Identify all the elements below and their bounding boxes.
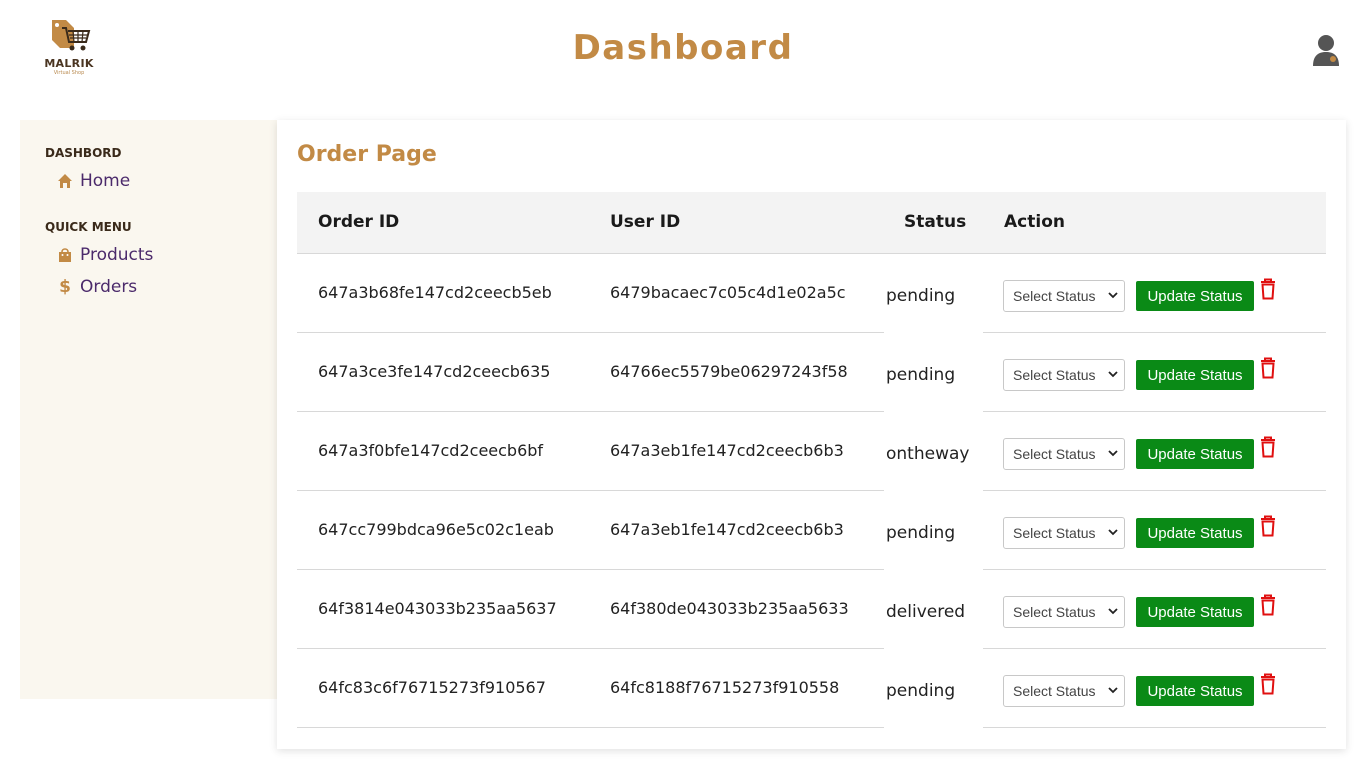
- status-select[interactable]: Select Status: [1003, 596, 1125, 628]
- order-id-cell: 64fc83c6f76715273f910567: [318, 678, 546, 697]
- home-icon: [56, 172, 74, 190]
- order-id-cell: 64f3814e043033b235aa5637: [318, 599, 557, 618]
- status-select[interactable]: Select Status: [1003, 675, 1125, 707]
- column-header-status: Status: [904, 212, 967, 232]
- status-cell: ontheway: [886, 444, 970, 464]
- status-select[interactable]: Select Status: [1003, 359, 1125, 391]
- status-cell: delivered: [886, 602, 966, 622]
- user-id-cell: 64fc8188f76715273f910558: [610, 678, 840, 697]
- delete-icon[interactable]: [1259, 436, 1277, 458]
- logo-tagline: Virtual Shop: [53, 70, 85, 76]
- delete-icon[interactable]: [1259, 357, 1277, 379]
- status-select[interactable]: Select Status: [1003, 517, 1125, 549]
- delete-icon[interactable]: [1259, 594, 1277, 616]
- table-row: 647a3f0bfe147cd2ceecb6bf 647a3eb1fe147cd2…: [297, 412, 1326, 491]
- table-header: Order ID User ID Status Action: [297, 192, 1326, 254]
- update-status-button[interactable]: Update Status: [1136, 676, 1254, 706]
- sidebar-section-dashbord: DASHBORD: [45, 146, 122, 160]
- table-row: 647a3ce3fe147cd2ceecb635 64766ec5579be062…: [297, 333, 1326, 412]
- status-cell: pending: [886, 681, 956, 701]
- update-status-button[interactable]: Update Status: [1136, 360, 1254, 390]
- update-status-button[interactable]: Update Status: [1136, 518, 1254, 548]
- sidebar: DASHBORD Home QUICK MENU Products $ Orde…: [20, 120, 277, 699]
- status-select-value: Select Status: [1013, 525, 1096, 541]
- status-cell: pending: [886, 523, 956, 543]
- chevron-down-icon: [1108, 529, 1118, 536]
- sidebar-item-products[interactable]: Products: [56, 243, 153, 267]
- chevron-down-icon: [1108, 450, 1118, 457]
- status-select-value: Select Status: [1013, 367, 1096, 383]
- chevron-down-icon: [1108, 687, 1118, 694]
- page-title: Dashboard: [572, 28, 794, 68]
- order-id-cell: 647cc799bdca96e5c02c1eab: [318, 520, 554, 539]
- chevron-down-icon: [1108, 292, 1118, 299]
- user-id-cell: 64766ec5579be06297243f58: [610, 362, 848, 381]
- status-cell: pending: [886, 286, 956, 306]
- delete-icon[interactable]: [1259, 515, 1277, 537]
- user-id-cell: 64f380de043033b235aa5633: [610, 599, 849, 618]
- delete-icon[interactable]: [1259, 673, 1277, 695]
- table-row: 64f3814e043033b235aa5637 64f380de043033b2…: [297, 570, 1326, 649]
- sidebar-section-quick-menu: QUICK MENU: [45, 220, 132, 234]
- status-select-value: Select Status: [1013, 604, 1096, 620]
- chevron-down-icon: [1108, 608, 1118, 615]
- column-header-action: Action: [1004, 212, 1065, 232]
- status-select-value: Select Status: [1013, 288, 1096, 304]
- order-id-cell: 647a3ce3fe147cd2ceecb635: [318, 362, 551, 381]
- update-status-button[interactable]: Update Status: [1136, 597, 1254, 627]
- shopping-bag-icon: [56, 246, 74, 264]
- sidebar-item-orders[interactable]: $ Orders: [56, 275, 137, 299]
- orders-panel: Order Page Order ID User ID Status Actio…: [277, 120, 1346, 749]
- sidebar-item-label: Orders: [80, 277, 138, 297]
- row-divider: [297, 727, 884, 728]
- column-header-user-id: User ID: [610, 212, 681, 232]
- status-select[interactable]: Select Status: [1003, 280, 1125, 312]
- table-row: 647cc799bdca96e5c02c1eab 647a3eb1fe147cd2…: [297, 491, 1326, 570]
- sidebar-item-label: Home: [80, 171, 131, 191]
- status-select-value: Select Status: [1013, 446, 1096, 462]
- section-title: Order Page: [297, 142, 437, 167]
- update-status-button[interactable]: Update Status: [1136, 281, 1254, 311]
- row-divider: [983, 727, 1326, 728]
- user-id-cell: 6479bacaec7c05c4d1e02a5c: [610, 283, 846, 302]
- sidebar-item-home[interactable]: Home: [56, 169, 130, 193]
- user-id-cell: 647a3eb1fe147cd2ceecb6b3: [610, 520, 844, 539]
- status-select-value: Select Status: [1013, 683, 1096, 699]
- chevron-down-icon: [1108, 371, 1118, 378]
- sidebar-item-label: Products: [80, 245, 154, 265]
- column-header-order-id: Order ID: [318, 212, 400, 232]
- user-avatar-icon[interactable]: [1311, 33, 1341, 67]
- table-row: 647a3b68fe147cd2ceecb5eb 6479bacaec7c05c4…: [297, 254, 1326, 333]
- order-id-cell: 647a3f0bfe147cd2ceecb6bf: [318, 441, 544, 460]
- order-id-cell: 647a3b68fe147cd2ceecb5eb: [318, 283, 552, 302]
- table-row: 64fc83c6f76715273f910567 64fc8188f7671527…: [297, 649, 1326, 728]
- status-select[interactable]: Select Status: [1003, 438, 1125, 470]
- delete-icon[interactable]: [1259, 278, 1277, 300]
- user-id-cell: 647a3eb1fe147cd2ceecb6b3: [610, 441, 844, 460]
- status-cell: pending: [886, 365, 956, 385]
- update-status-button[interactable]: Update Status: [1136, 439, 1254, 469]
- dollar-icon: $: [59, 277, 71, 297]
